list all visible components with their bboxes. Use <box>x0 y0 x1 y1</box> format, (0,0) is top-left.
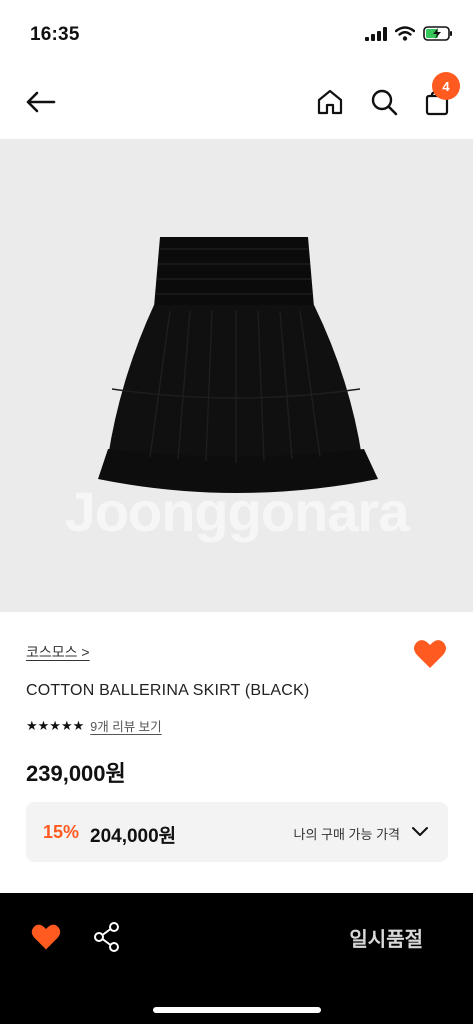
wishlist-button[interactable] <box>412 636 448 672</box>
status-time: 16:35 <box>30 24 80 45</box>
home-indicator[interactable] <box>153 1007 321 1013</box>
search-icon <box>371 89 398 116</box>
battery-charging-icon <box>423 26 452 41</box>
back-button[interactable] <box>22 84 58 120</box>
bottom-wishlist-button[interactable] <box>30 921 62 953</box>
heart-icon <box>31 924 61 950</box>
home-icon <box>317 89 343 115</box>
star-rating-icons: ★★★★★ <box>26 717 85 733</box>
watermark: Joonggonara <box>64 480 410 543</box>
nav-bar <box>0 68 473 138</box>
signal-icon <box>365 26 387 41</box>
share-icon <box>94 922 119 952</box>
heart-icon <box>414 640 446 668</box>
wifi-icon <box>395 26 415 41</box>
product-image[interactable]: Joonggonara <box>0 139 473 612</box>
my-available-price-dropdown[interactable]: 15% 204,000원 나의 구매 가능 가격 <box>26 802 448 862</box>
share-button[interactable] <box>92 921 122 953</box>
bottom-action-bar: 일시품절 <box>0 893 473 1024</box>
cart-count-badge: 4 <box>432 72 460 100</box>
arrow-left-icon <box>26 91 56 113</box>
home-button[interactable] <box>312 84 348 120</box>
product-title: COTTON BALLERINA SKIRT (BLACK) <box>26 682 310 699</box>
product-price: 239,000원 <box>26 761 126 786</box>
my-available-price: 204,000원 <box>90 826 177 847</box>
rating-row: ★★★★★ 9개 리뷰 보기 <box>26 716 162 735</box>
status-icons <box>365 26 453 41</box>
my-available-price-label: 나의 구매 가능 가격 <box>293 827 400 842</box>
status-bar: 16:35 <box>0 0 473 68</box>
temporarily-sold-out-button[interactable]: 일시품절 <box>349 923 423 952</box>
discount-rate: 15% <box>43 822 80 842</box>
brand-link[interactable]: 코스모스 > <box>26 642 90 662</box>
search-button[interactable] <box>366 84 402 120</box>
reviews-link[interactable]: 9개 리뷰 보기 <box>90 716 161 735</box>
chevron-down-icon <box>412 827 428 836</box>
